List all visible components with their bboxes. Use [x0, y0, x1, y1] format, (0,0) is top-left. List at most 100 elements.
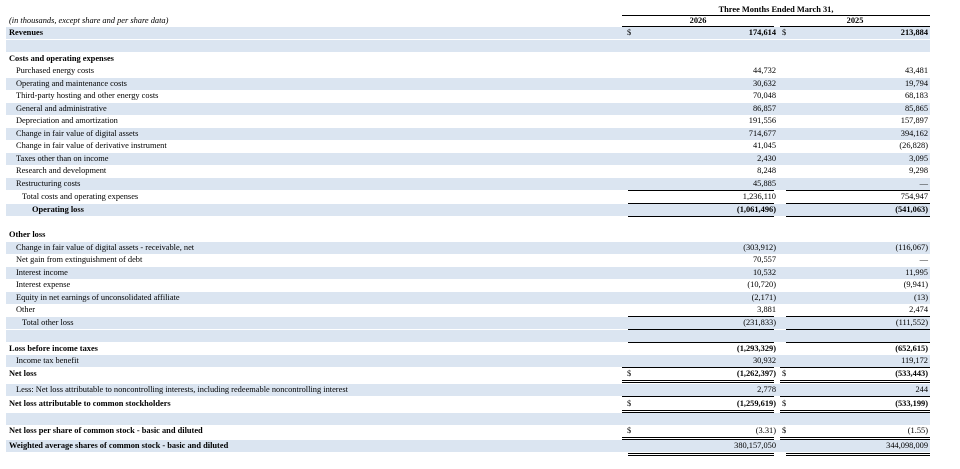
eps-row: Net loss per share of common stock - bas… — [6, 425, 930, 437]
row-label: Restructuring costs — [16, 179, 81, 188]
value-2025: (541,063) — [895, 205, 928, 214]
value-2025: (111,552) — [895, 318, 928, 327]
value-2026: 191,556 — [748, 116, 776, 125]
row-label: Revenues — [9, 28, 43, 37]
net-loss-common-row: Net loss attributable to common stockhol… — [6, 398, 930, 410]
revenues-row: Revenues $ 174,614 $ 213,884 — [6, 27, 930, 39]
value-2026: 10,532 — [752, 268, 776, 277]
value-2025: 68,183 — [904, 91, 928, 100]
spacer-row — [6, 40, 930, 52]
loss-before-taxes-row: Loss before income taxes (1,293,329) (65… — [6, 343, 930, 355]
row-label: Change in fair value of derivative instr… — [16, 141, 167, 150]
value-2025: 11,995 — [905, 268, 928, 277]
other-loss-row: Change in fair value of digital assets -… — [6, 242, 930, 254]
value-2025: (652,615) — [895, 344, 928, 353]
value-2026: 44,732 — [752, 66, 776, 75]
value-2025: (533,443) — [895, 369, 928, 378]
value-2025: 394,162 — [900, 129, 928, 138]
value-2025: 213,884 — [900, 28, 928, 37]
value-2026: (3.31) — [755, 426, 776, 435]
double-rule-shares-2025 — [786, 453, 930, 456]
row-label: Change in fair value of digital assets -… — [16, 243, 195, 252]
expense-row: Purchased energy costs 44,732 43,481 — [6, 65, 930, 77]
other-loss-row: Other 3,881 2,474 — [6, 304, 930, 316]
units-note: (in thousands, except share and per shar… — [9, 16, 169, 25]
total-costs-row: Total costs and operating expenses 1,236… — [6, 191, 930, 203]
row-label: Total other loss — [22, 318, 74, 327]
income-tax-row: Income tax benefit 30,932 119,172 — [6, 355, 930, 367]
value-2026: (1,259,619) — [736, 399, 776, 408]
spacer-row — [6, 330, 930, 342]
value-2026: 70,048 — [752, 91, 776, 100]
row-label: Weighted average shares of common stock … — [9, 441, 229, 450]
value-2025: 244 — [915, 385, 928, 394]
rule-net-loss-common-2025 — [780, 396, 930, 397]
expense-row: Depreciation and amortization 191,556 15… — [6, 115, 930, 127]
value-2026: 3,881 — [757, 305, 776, 314]
value-2025: (9,941) — [903, 280, 928, 289]
row-label: Less: Net loss attributable to noncontro… — [16, 385, 348, 394]
section-heading-costs: Costs and operating expenses — [6, 53, 930, 65]
row-label: Net gain from extinguishment of debt — [16, 255, 143, 264]
rule-net-loss-common-2026 — [622, 396, 774, 397]
value-2025: 2,474 — [909, 305, 928, 314]
other-loss-row: Net gain from extinguishment of debt 70,… — [6, 254, 930, 266]
value-2025: (533,199) — [895, 399, 928, 408]
row-label: Change in fair value of digital assets — [16, 129, 139, 138]
spacer-row — [6, 413, 930, 425]
value-2026: 86,857 — [752, 104, 776, 113]
value-2025: (13) — [914, 293, 928, 302]
value-2026: 380,157,050 — [734, 441, 776, 450]
row-label: Third-party hosting and other energy cos… — [16, 91, 159, 100]
row-label: Interest expense — [16, 280, 71, 289]
row-label: Interest income — [16, 268, 68, 277]
value-2026: 41,045 — [752, 141, 776, 150]
row-label: Total costs and operating expenses — [22, 192, 139, 201]
row-label: Purchased energy costs — [16, 66, 94, 75]
dollar-sign: $ — [627, 369, 632, 378]
rule-after-operating-loss-2026 — [628, 216, 774, 217]
row-label: General and administrative — [16, 104, 107, 113]
value-2026: (1,293,329) — [736, 344, 776, 353]
dollar-sign: $ — [782, 426, 787, 435]
total-other-loss-row: Total other loss (231,833) (111,552) — [6, 317, 930, 329]
value-2026: (303,912) — [743, 243, 776, 252]
expense-row: General and administrative 86,857 85,865 — [6, 103, 930, 115]
expense-row: Change in fair value of derivative instr… — [6, 140, 930, 152]
row-label: Net loss attributable to common stockhol… — [9, 399, 171, 408]
double-rule-net-loss-2026 — [622, 380, 774, 383]
value-2026: 8,248 — [757, 166, 776, 175]
row-label: Costs and operating expenses — [9, 54, 114, 63]
weighted-shares-row: Weighted average shares of common stock … — [6, 440, 930, 452]
value-2026: (2,171) — [751, 293, 776, 302]
expense-row: Operating and maintenance costs 30,632 1… — [6, 78, 930, 90]
value-2026: 2,430 — [757, 154, 776, 163]
value-2026: (10,720) — [747, 280, 776, 289]
value-2025: 344,098,009 — [886, 441, 928, 450]
value-2025: 43,481 — [904, 66, 928, 75]
row-label: Operating and maintenance costs — [16, 79, 127, 88]
double-rule-shares-2026 — [628, 453, 774, 456]
expense-row: Third-party hosting and other energy cos… — [6, 90, 930, 102]
value-2025: 9,298 — [909, 166, 928, 175]
value-2025: (116,067) — [895, 243, 929, 252]
value-2025: — — [919, 179, 928, 188]
other-loss-row: Interest income 10,532 11,995 — [6, 267, 930, 279]
row-label: Net loss — [9, 369, 37, 378]
row-label: Taxes other than on income — [16, 154, 109, 163]
row-label: Income tax benefit — [16, 356, 79, 365]
dollar-sign: $ — [782, 369, 787, 378]
expense-row: Restructuring costs 45,885 — — [6, 178, 930, 190]
dollar-sign: $ — [627, 399, 632, 408]
net-loss-row: Net loss $ (1,262,397) $ (533,443) — [6, 368, 930, 380]
dollar-sign: $ — [782, 399, 787, 408]
value-2026: 45,885 — [752, 179, 776, 188]
value-2025: (26,828) — [899, 141, 928, 150]
row-label: Loss before income taxes — [9, 344, 98, 353]
row-label: Other loss — [9, 230, 46, 239]
other-loss-row: Interest expense (10,720) (9,941) — [6, 279, 930, 291]
value-2025: 85,865 — [904, 104, 928, 113]
row-label: Research and development — [16, 166, 107, 175]
dollar-sign: $ — [627, 426, 632, 435]
value-2025: 119,172 — [901, 356, 928, 365]
